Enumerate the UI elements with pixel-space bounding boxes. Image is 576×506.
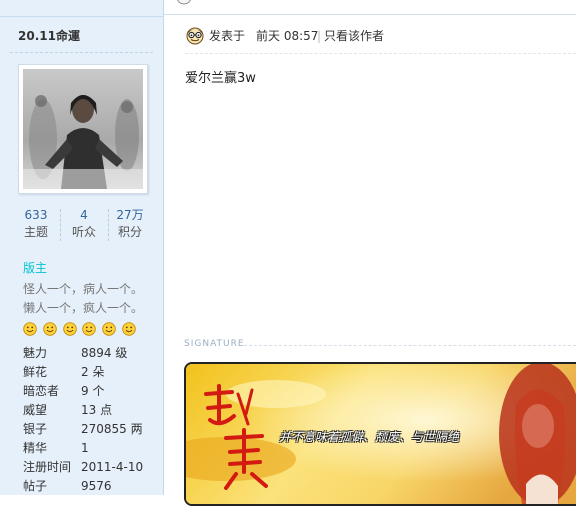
info-key: 银子 [23, 422, 48, 436]
smiley-medal-icon[interactable] [82, 322, 97, 336]
info-key: 精华 [23, 441, 48, 455]
avatar[interactable] [18, 64, 148, 194]
post-time: 前天 08:57 [256, 29, 319, 43]
info-value: 2011-4-10 [81, 460, 144, 474]
sidebar-top-strip [0, 0, 163, 17]
info-value: 8894 级 [81, 346, 128, 360]
stat-value: 27万 [116, 208, 144, 222]
stat-points[interactable]: 27万 积分 [108, 207, 152, 241]
info-key: 魅力 [23, 346, 48, 360]
author-rank[interactable]: 版主 [23, 259, 47, 276]
stat-followers[interactable]: 4 听众 [62, 207, 106, 241]
info-value: 2 朵 [81, 365, 105, 379]
divider [185, 53, 576, 54]
stat-value: 4 [80, 208, 88, 222]
author-stats: 633 主题 4 听众 27万 积分 [14, 207, 154, 243]
info-value: 1 [81, 441, 89, 455]
info-value: 9 个 [81, 384, 105, 398]
meta-separator: | [317, 29, 322, 43]
nerd-face-icon [186, 27, 204, 45]
only-author-link[interactable]: 只看该作者 [324, 27, 384, 45]
avatar-image [23, 69, 143, 189]
info-value: 13 点 [81, 403, 113, 417]
smiley-medal-icon[interactable] [122, 322, 136, 336]
author-sidebar: 20.11命運 633 主题 4 听众 27万 积分 版主 怪人一个，病人一个。… [0, 0, 164, 495]
info-value: 9576 [81, 479, 112, 493]
smiley-medal-icon[interactable] [102, 322, 117, 336]
signature-banner: 并不意味着孤僻、颓废、与世隔绝 [184, 362, 576, 506]
posted-label: 发表于 [209, 29, 246, 43]
post-message: 爱尔兰赢3w [185, 71, 256, 86]
info-key: 帖子 [23, 479, 48, 493]
stat-label: 听众 [71, 225, 96, 239]
divider [244, 345, 576, 346]
info-value: 270855 两 [81, 422, 143, 436]
info-key: 注册时间 [23, 460, 72, 474]
motto-line: 懒人一个，疯人一个。 [23, 301, 144, 315]
post-top-border [164, 0, 576, 15]
motto-line: 怪人一个，病人一个。 [23, 282, 144, 296]
smiley-medal-icon[interactable] [62, 322, 77, 336]
signature-caption: 并不意味着孤僻、颓废、与世隔绝 [279, 430, 460, 444]
info-key: 暗恋者 [23, 384, 60, 398]
author-motto: 怪人一个，病人一个。 懒人一个，疯人一个。 [23, 280, 163, 318]
divider [60, 209, 61, 241]
stat-label: 积分 [117, 225, 142, 239]
divider [10, 52, 153, 53]
stat-label: 主题 [23, 225, 48, 239]
medals [23, 322, 138, 338]
partial-smiley-icon [177, 0, 191, 5]
info-key: 鲜花 [23, 365, 48, 379]
info-key: 威望 [23, 403, 48, 417]
signature-label: SIGNATURE [184, 339, 245, 349]
stat-topics[interactable]: 633 主题 [14, 207, 58, 241]
stat-value: 633 [24, 208, 48, 222]
smiley-medal-icon[interactable] [23, 322, 37, 336]
smiley-medal-icon[interactable] [43, 322, 57, 336]
author-username[interactable]: 20.11命運 [18, 27, 80, 44]
